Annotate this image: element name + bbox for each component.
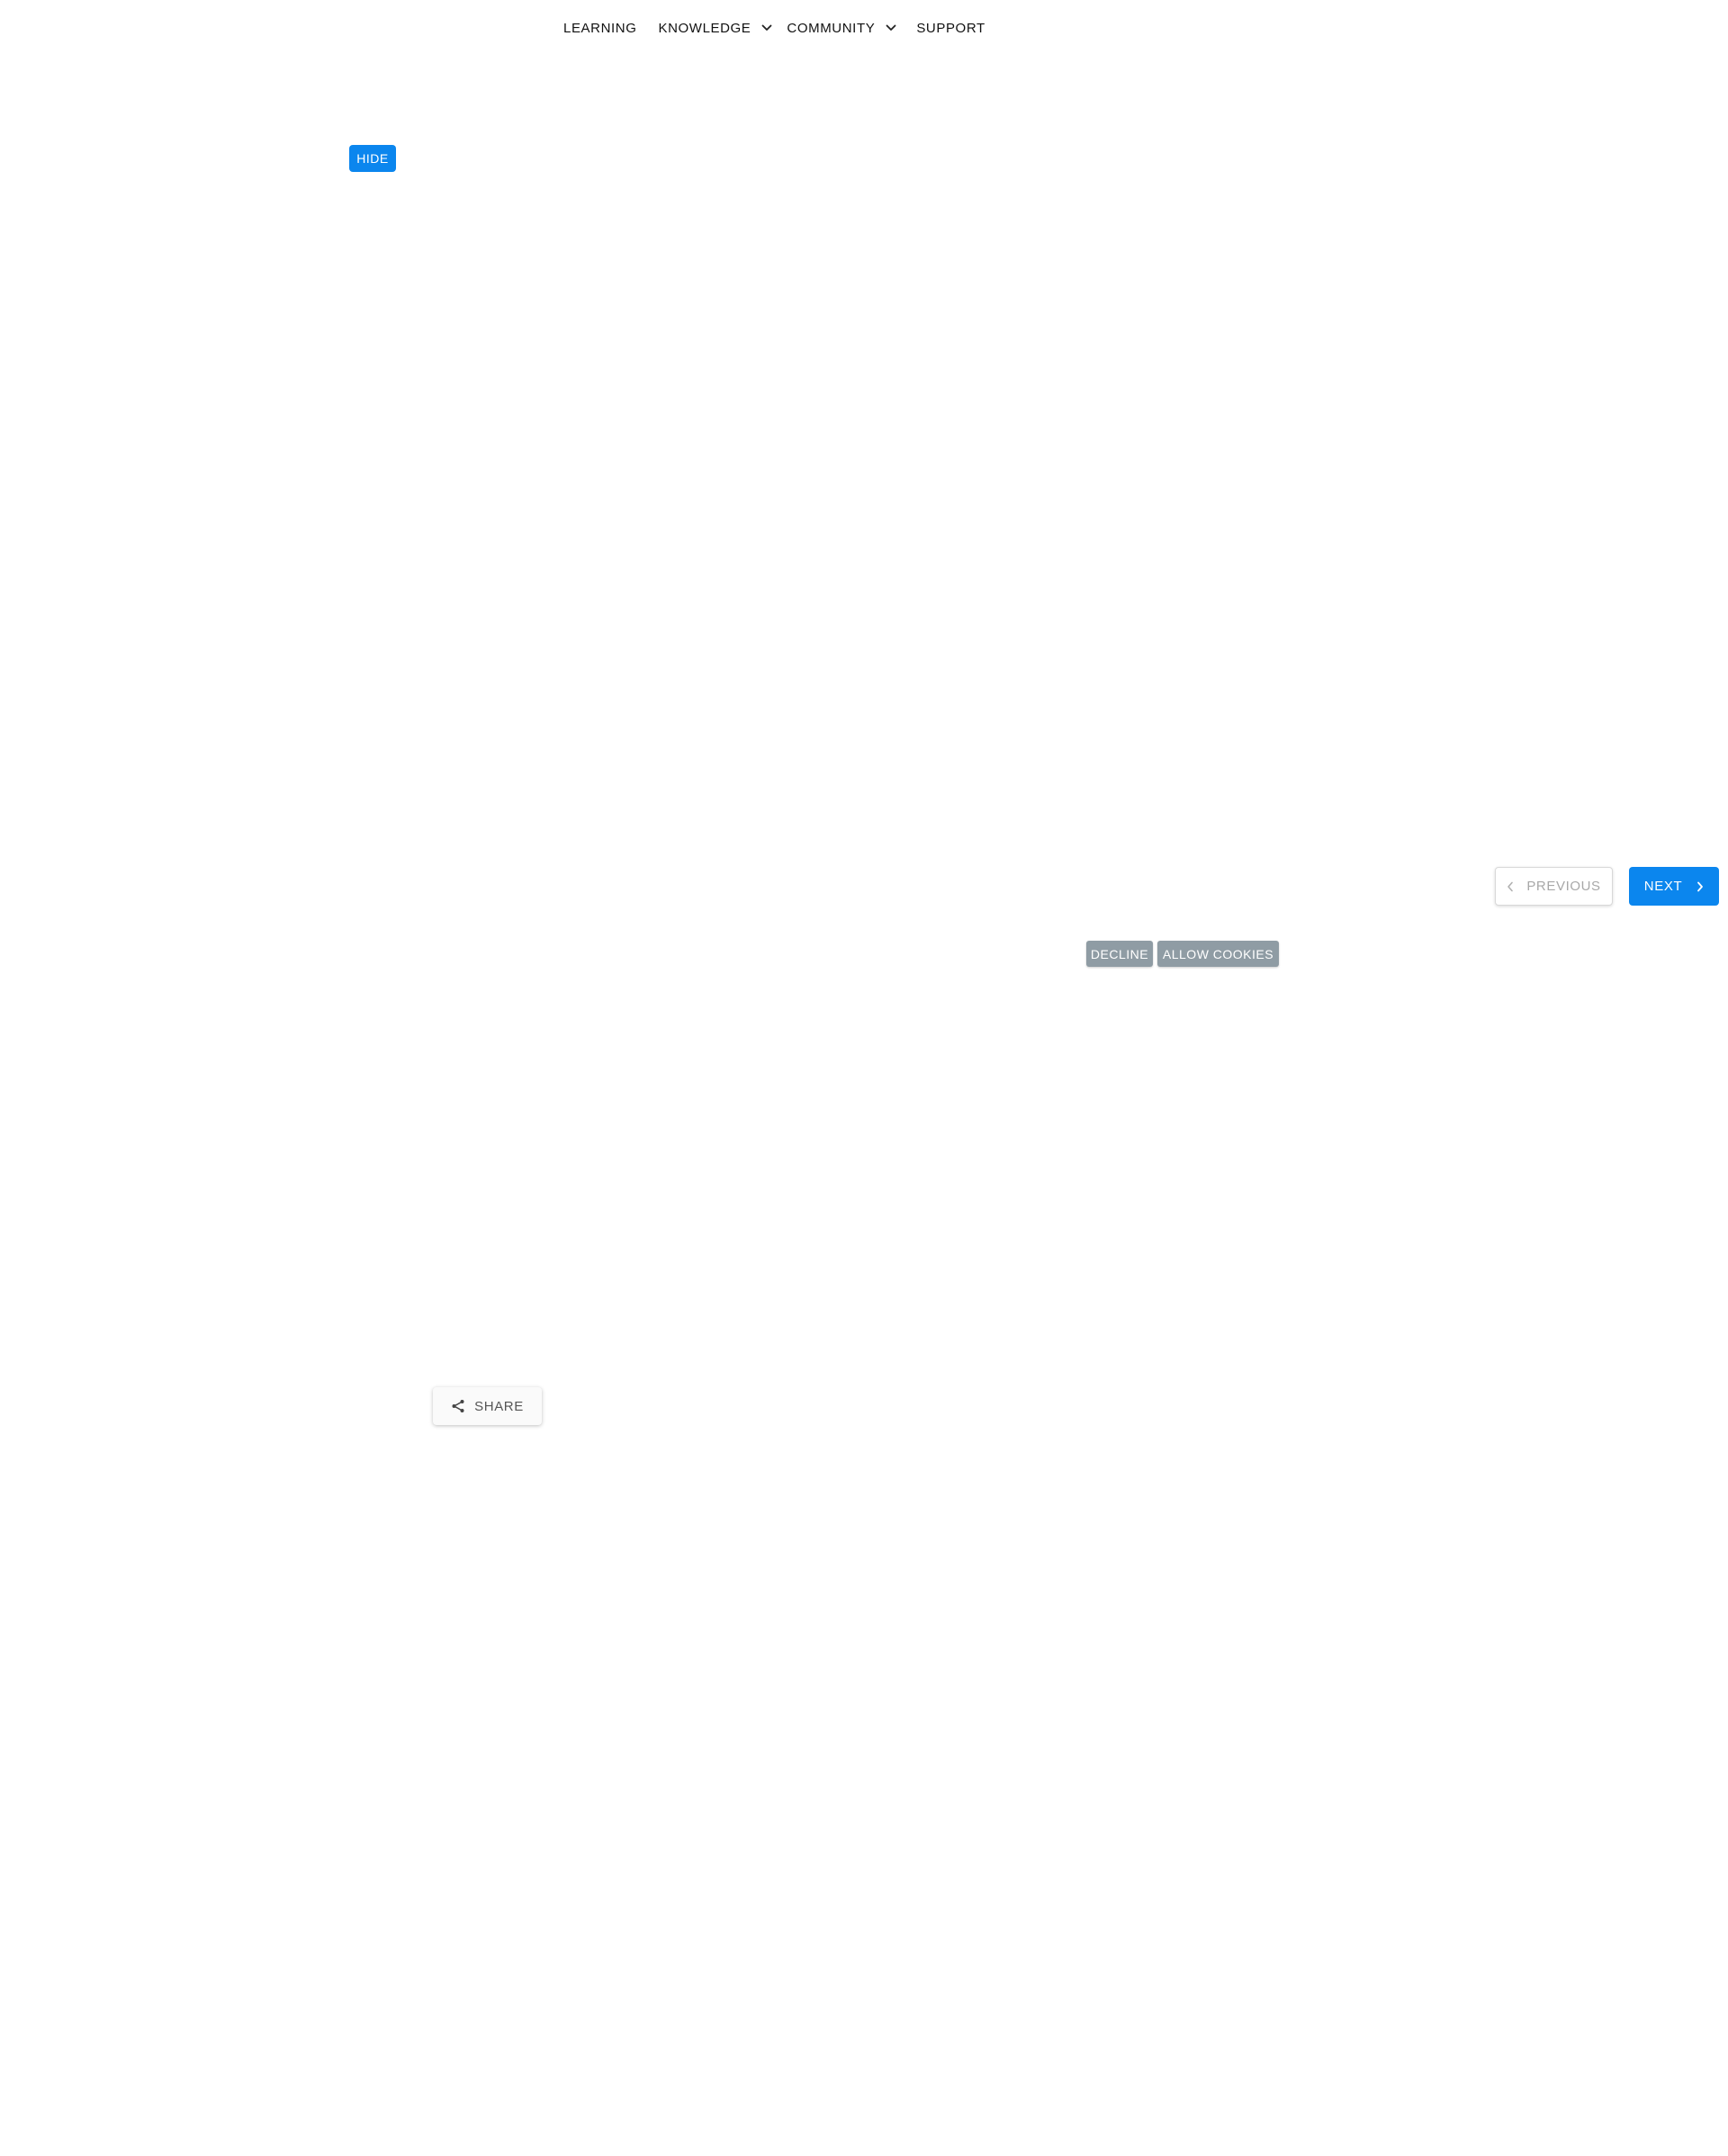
allow-cookies-label: ALLOW COOKIES [1162, 946, 1274, 961]
nav-item-learning[interactable]: LEARNING [563, 21, 637, 36]
share-button-label: SHARE [474, 1398, 524, 1414]
previous-button[interactable]: PREVIOUS [1495, 867, 1613, 906]
nav-item-support[interactable]: SUPPORT [916, 21, 985, 36]
next-button[interactable]: NEXT [1629, 867, 1719, 906]
nav-item-label: KNOWLEDGE [658, 20, 752, 36]
hide-button[interactable]: HIDE [349, 145, 396, 172]
allow-cookies-button[interactable]: ALLOW COOKIES [1157, 941, 1279, 967]
nav-item-label: COMMUNITY [787, 20, 876, 36]
nav-item-knowledge[interactable]: KNOWLEDGE [659, 21, 773, 36]
share-button[interactable]: SHARE [433, 1387, 542, 1425]
chevron-right-icon [1696, 881, 1704, 892]
share-icon [451, 1399, 465, 1413]
nav-item-community[interactable]: COMMUNITY [787, 21, 896, 36]
nav-item-label: LEARNING [563, 20, 637, 36]
hide-button-label: HIDE [356, 151, 389, 166]
top-navigation: LEARNING KNOWLEDGE COMMUNITY SUPPORT [563, 16, 986, 40]
nav-item-label: SUPPORT [916, 20, 986, 36]
next-button-label: NEXT [1643, 879, 1683, 894]
chevron-left-icon [1507, 881, 1514, 892]
previous-button-label: PREVIOUS [1526, 879, 1601, 894]
chevron-down-icon[interactable] [886, 24, 896, 32]
decline-cookies-label: DECLINE [1090, 946, 1149, 961]
chevron-down-icon[interactable] [761, 24, 772, 32]
decline-cookies-button[interactable]: DECLINE [1086, 941, 1153, 967]
